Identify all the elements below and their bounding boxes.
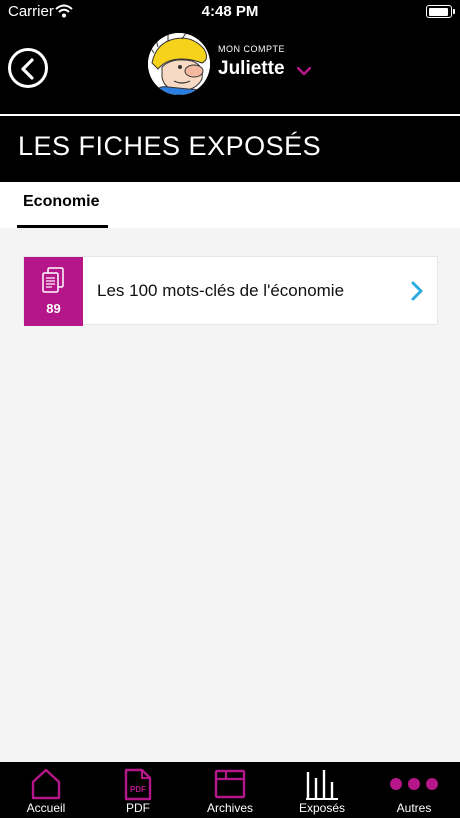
pdf-icon: PDF (124, 768, 152, 800)
content-area: 89 Les 100 mots-clés de l'économie (0, 228, 460, 762)
battery-icon (426, 5, 455, 18)
nav-label-pdf: PDF (126, 801, 150, 815)
card-badge: 89 (24, 257, 83, 326)
tab-economie[interactable]: Economie (17, 182, 108, 229)
avatar[interactable] (148, 33, 210, 95)
back-arrow-icon (21, 58, 34, 80)
more-dots-icon (390, 778, 438, 790)
nav-label-archives: Archives (206, 801, 253, 815)
account-name[interactable]: Juliette (218, 58, 285, 80)
page-title: LES FICHES EXPOSÉS (18, 131, 322, 161)
home-icon (31, 768, 61, 800)
card-title: Les 100 mots-clés de l'économie (97, 281, 345, 300)
nav-item-autres[interactable]: Autres (368, 762, 460, 818)
category-tab-bar: Economie (0, 182, 460, 229)
card-count: 89 (46, 301, 61, 316)
tab-economie-label: Economie (23, 193, 100, 210)
bar-chart-icon (306, 770, 338, 800)
list-item[interactable]: 89 Les 100 mots-clés de l'économie (23, 256, 438, 326)
title-bar: LES FICHES EXPOSÉS (0, 116, 460, 182)
avatar-cartoon-icon (148, 33, 210, 95)
chevron-right-icon (411, 281, 423, 301)
top-header: MON COMPTE Juliette (0, 24, 460, 114)
nav-item-pdf[interactable]: PDF PDF (92, 762, 184, 818)
documents-icon (42, 267, 64, 293)
chevron-down-icon[interactable] (297, 67, 311, 76)
status-bar: Carrier 4:48 PM (0, 0, 460, 24)
bottom-tab-bar: Accueil PDF PDF Archives Exposés Autres (0, 762, 460, 818)
nav-label-accueil: Accueil (26, 801, 66, 815)
nav-item-accueil[interactable]: Accueil (0, 762, 92, 818)
status-time: 4:48 PM (201, 3, 259, 20)
nav-item-archives[interactable]: Archives (184, 762, 276, 818)
archives-icon (214, 769, 246, 799)
account-label: MON COMPTE (218, 44, 285, 54)
pdf-icon-text: PDF (130, 785, 146, 794)
nav-item-exposes[interactable]: Exposés (276, 762, 368, 818)
nav-label-autres: Autres (396, 801, 432, 815)
back-button[interactable] (8, 48, 48, 88)
nav-label-exposes: Exposés (298, 801, 346, 815)
